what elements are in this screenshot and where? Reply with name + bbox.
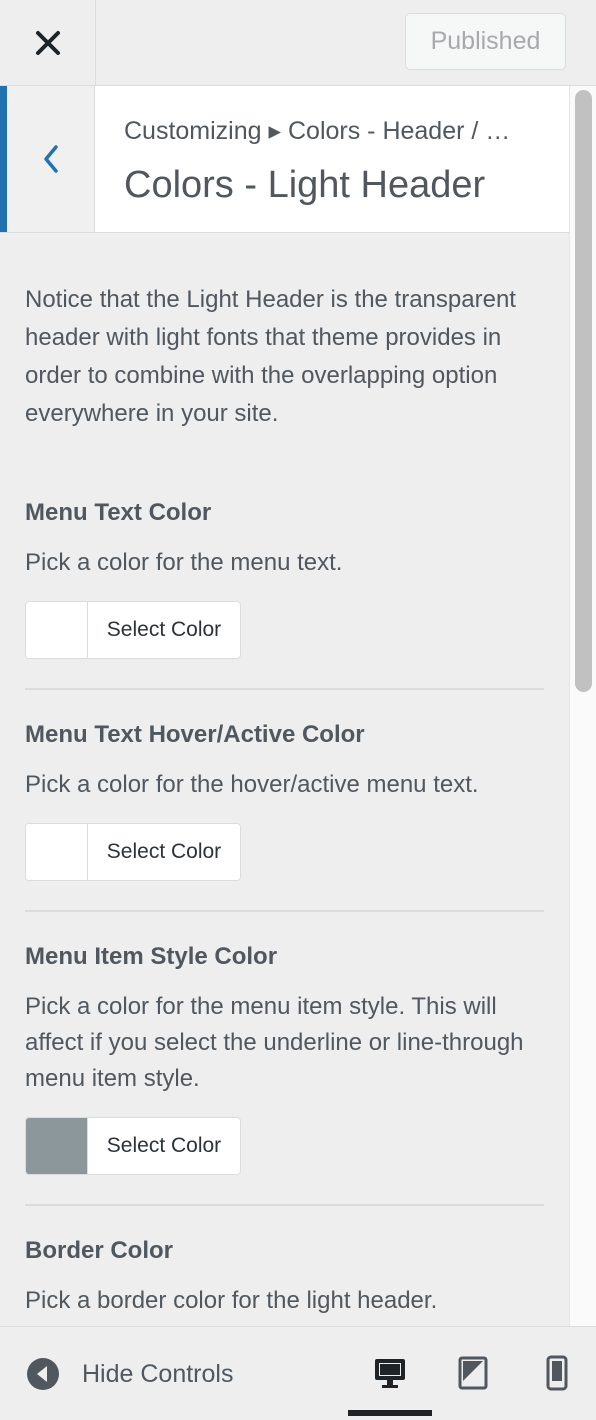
border-color-title: Border Color: [25, 1237, 174, 1264]
menu-text-hover-color-title: Menu Text Hover/Active Color: [25, 721, 365, 748]
color-swatch: [26, 1118, 88, 1174]
hide-controls-label: Hide Controls: [82, 1359, 234, 1388]
color-swatch: [26, 602, 88, 658]
tablet-preview-button[interactable]: [453, 1353, 493, 1393]
menu-item-style-color-select-button[interactable]: Select Color: [25, 1117, 241, 1175]
section-title: Colors - Light Header: [124, 164, 486, 206]
publish-button[interactable]: Published: [405, 13, 566, 70]
active-device-indicator: [348, 1410, 432, 1416]
select-color-label: Select Color: [106, 618, 222, 641]
divider: [25, 688, 544, 690]
menu-item-style-color-description: Pick a color for the menu item style. Th…: [25, 993, 524, 1092]
tablet-icon: [458, 1356, 488, 1390]
section-header: Customizing ▸ Colors - Header / … Colors…: [0, 86, 569, 233]
color-swatch: [26, 824, 88, 880]
border-color-description: Pick a border color for the light header…: [25, 1287, 438, 1314]
desktop-icon: [375, 1359, 405, 1388]
scrollbar-thumb[interactable]: [575, 90, 592, 692]
collapse-arrow-icon: [27, 1358, 59, 1390]
breadcrumb: Customizing ▸ Colors - Header / …: [124, 117, 511, 145]
divider: [25, 910, 544, 912]
close-icon: [35, 30, 60, 55]
desktop-preview-button[interactable]: [370, 1353, 410, 1393]
mobile-preview-button[interactable]: [537, 1353, 577, 1393]
menu-text-color-select-button[interactable]: Select Color: [25, 601, 241, 659]
section-description: Notice that the Light Header is the tran…: [25, 286, 516, 427]
mobile-icon: [546, 1355, 568, 1391]
chevron-left-icon: [43, 145, 58, 173]
close-button[interactable]: [0, 0, 96, 85]
select-color-label: Select Color: [106, 1134, 222, 1157]
menu-text-hover-color-select-button[interactable]: Select Color: [25, 823, 241, 881]
controls-panel: Notice that the Light Header is the tran…: [0, 233, 569, 1326]
select-color-label: Select Color: [106, 840, 222, 863]
menu-text-hover-color-description: Pick a color for the hover/active menu t…: [25, 771, 479, 798]
menu-text-color-description: Pick a color for the menu text.: [25, 549, 343, 576]
customizer-footer: Hide Controls: [0, 1326, 596, 1420]
hide-controls-button[interactable]: Hide Controls: [26, 1357, 233, 1391]
customizer-topbar: Published: [0, 0, 596, 86]
menu-text-color-title: Menu Text Color: [25, 499, 212, 526]
menu-item-style-color-title: Menu Item Style Color: [25, 943, 278, 970]
divider: [25, 1204, 544, 1206]
back-button[interactable]: [0, 86, 95, 232]
